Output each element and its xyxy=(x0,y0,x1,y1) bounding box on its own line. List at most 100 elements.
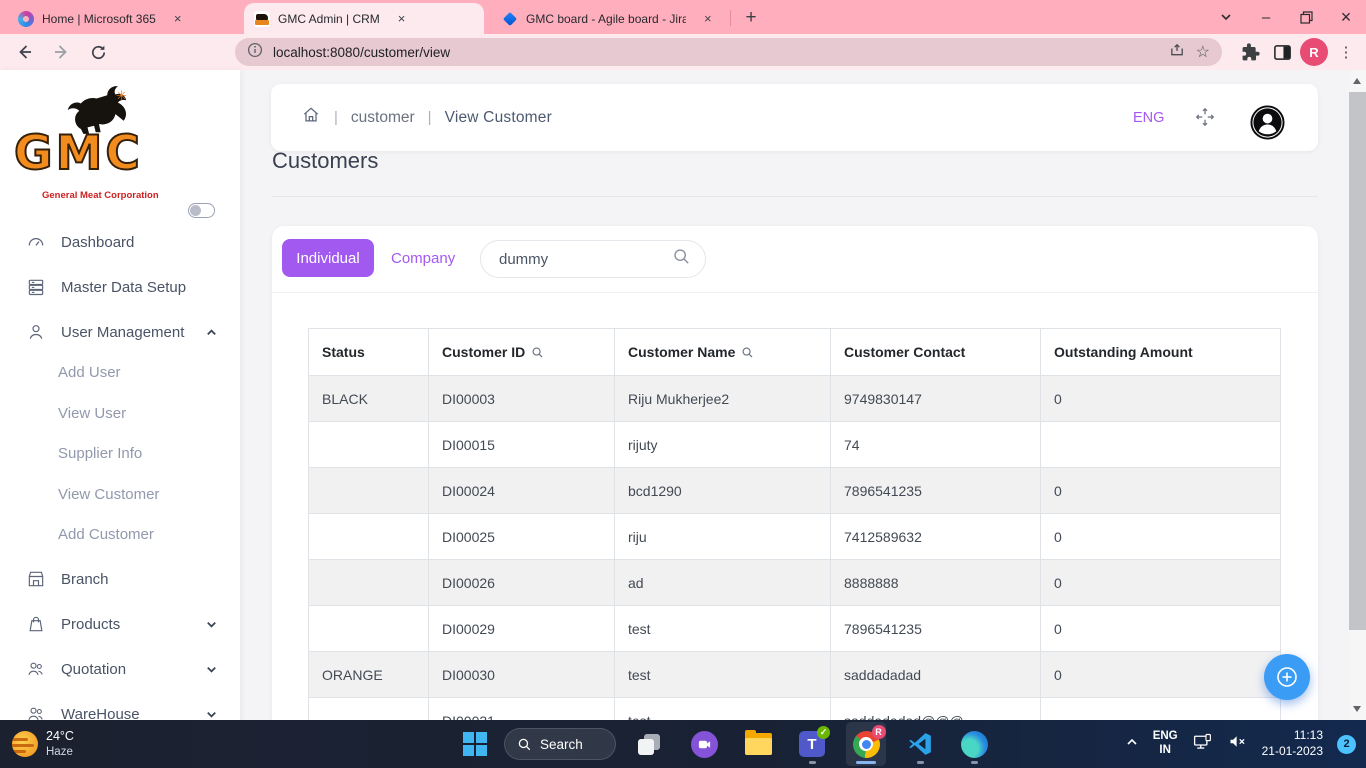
chat-button[interactable] xyxy=(684,722,724,766)
tray-chevron-up-icon[interactable] xyxy=(1125,735,1139,754)
customer-search-input[interactable] xyxy=(499,251,672,268)
volume-muted-icon[interactable] xyxy=(1227,731,1248,757)
tab-individual[interactable]: Individual xyxy=(282,239,374,277)
sidebar-toggle[interactable] xyxy=(188,203,215,218)
sidebar-item-view-customer[interactable]: View Customer xyxy=(0,477,240,511)
site-info-icon[interactable] xyxy=(247,42,263,63)
server-icon xyxy=(26,277,46,297)
scroll-up-arrow[interactable] xyxy=(1353,78,1361,84)
column-search-icon[interactable] xyxy=(531,346,544,359)
start-button[interactable] xyxy=(460,722,490,766)
vscode-button[interactable] xyxy=(900,722,940,766)
table-row[interactable]: BLACKDI00003Riju Mukherjee297498301470 xyxy=(309,376,1281,422)
breadcrumb-page: View Customer xyxy=(445,109,552,127)
app-header: | customer | View Customer ENG xyxy=(271,84,1318,151)
tab-close-icon[interactable]: × xyxy=(704,12,712,25)
forward-button[interactable] xyxy=(50,40,74,64)
windows-icon xyxy=(463,732,488,757)
tab-title: GMC board - Agile board - Jira xyxy=(526,12,686,26)
sidebar-item-branch[interactable]: Branch xyxy=(0,559,240,599)
sidebar-item-add-user[interactable]: Add User xyxy=(0,355,240,389)
gmc-favicon xyxy=(254,11,270,27)
taskbar-center: Search T✓ R xyxy=(460,720,994,768)
sidebar-item-view-user[interactable]: View User xyxy=(0,396,240,430)
close-window-button[interactable]: × xyxy=(1326,0,1366,34)
customer-search[interactable] xyxy=(480,240,706,278)
chevron-up-icon xyxy=(205,326,218,339)
table-row[interactable]: ORANGEDI00030testsaddadadad0 xyxy=(309,652,1281,698)
chrome-icon: R xyxy=(853,731,880,758)
side-panel-icon[interactable] xyxy=(1270,40,1294,64)
tab-title: Home | Microsoft 365 xyxy=(42,12,156,26)
chrome-profile-badge: R xyxy=(872,725,886,739)
column-search-icon[interactable] xyxy=(741,346,754,359)
table-header-row: Status Customer ID Customer Name Custome… xyxy=(309,329,1281,376)
sidebar-item-products[interactable]: Products xyxy=(0,604,240,644)
table-row[interactable]: DI00026ad88888880 xyxy=(309,560,1281,606)
taskbar-search[interactable]: Search xyxy=(504,728,616,760)
scrollbar-thumb[interactable] xyxy=(1349,92,1366,630)
col-customer-name[interactable]: Customer Name xyxy=(615,329,831,376)
browser-menu-icon[interactable]: ⋮ xyxy=(1336,39,1356,65)
bookmark-star-icon[interactable]: ☆ xyxy=(1196,42,1210,62)
restore-button[interactable] xyxy=(1286,0,1326,34)
tab-close-icon[interactable]: × xyxy=(398,12,406,25)
move-arrows-icon[interactable] xyxy=(1194,106,1216,133)
minimize-button[interactable]: – xyxy=(1246,0,1286,34)
sidebar-item-quotation[interactable]: Quotation xyxy=(0,649,240,689)
scroll-down-arrow[interactable] xyxy=(1353,706,1361,712)
table-row[interactable]: DI00025riju74125896320 xyxy=(309,514,1281,560)
breadcrumb-section[interactable]: customer xyxy=(351,109,415,127)
network-icon[interactable] xyxy=(1192,731,1213,757)
people-icon xyxy=(26,659,46,679)
taskbar-weather-widget[interactable]: 24°C Haze xyxy=(12,720,74,768)
gmc-logo: ✳ GMC General Meat Corporation xyxy=(12,80,192,210)
tab-close-icon[interactable]: × xyxy=(174,12,182,25)
browser-tab-jira[interactable]: GMC board - Agile board - Jira × xyxy=(492,3,728,34)
sidebar-item-add-customer[interactable]: Add Customer xyxy=(0,517,240,551)
sidebar-item-master-data[interactable]: Master Data Setup xyxy=(0,267,240,307)
address-bar[interactable]: localhost:8080/customer/view ☆ xyxy=(235,38,1222,66)
browser-profile-avatar[interactable]: R xyxy=(1300,38,1328,66)
language-selector[interactable]: ENG xyxy=(1133,84,1164,151)
col-customer-id[interactable]: Customer ID xyxy=(429,329,615,376)
customers-table: Status Customer ID Customer Name Custome… xyxy=(308,328,1281,744)
task-view-button[interactable] xyxy=(630,722,670,766)
tab-title: GMC Admin | CRM xyxy=(278,12,380,26)
teams-button[interactable]: T✓ xyxy=(792,722,832,766)
extensions-puzzle-icon[interactable] xyxy=(1238,40,1262,64)
edge-button[interactable] xyxy=(954,722,994,766)
logo-text: GMC xyxy=(14,126,143,181)
chrome-button[interactable]: R xyxy=(846,722,886,766)
home-icon[interactable] xyxy=(301,105,321,130)
sidebar-item-user-management[interactable]: User Management xyxy=(0,312,240,352)
share-icon[interactable] xyxy=(1169,41,1186,63)
file-explorer-button[interactable] xyxy=(738,722,778,766)
clock[interactable]: 11:13 21-01-2023 xyxy=(1262,728,1323,759)
table-row[interactable]: DI00029test78965412350 xyxy=(309,606,1281,652)
table-row[interactable]: DI00015rijuty74 xyxy=(309,422,1281,468)
sidebar-item-dashboard[interactable]: Dashboard xyxy=(0,222,240,262)
user-avatar[interactable] xyxy=(1250,105,1285,140)
language-indicator[interactable]: ENG IN xyxy=(1153,730,1178,758)
tab-company[interactable]: Company xyxy=(381,239,465,277)
url-text[interactable]: localhost:8080/customer/view xyxy=(273,45,1159,60)
tray-time: 11:13 xyxy=(1294,728,1323,744)
tab-search-chevron-icon[interactable] xyxy=(1206,0,1246,34)
notification-badge[interactable]: 2 xyxy=(1337,735,1356,754)
sidebar-item-supplier-info[interactable]: Supplier Info xyxy=(0,436,240,470)
tab-separator xyxy=(730,10,731,26)
back-button[interactable] xyxy=(12,40,36,64)
page-scrollbar[interactable] xyxy=(1349,70,1366,720)
browser-tab-gmc-admin[interactable]: GMC Admin | CRM × xyxy=(244,3,484,34)
browser-tab-m365[interactable]: Home | Microsoft 365 × xyxy=(8,3,240,34)
add-customer-fab[interactable] xyxy=(1264,654,1310,700)
chevron-down-icon xyxy=(205,708,218,721)
chevron-down-icon xyxy=(205,663,218,676)
new-tab-button[interactable]: + xyxy=(738,5,764,31)
jira-icon xyxy=(502,11,518,27)
search-icon[interactable] xyxy=(672,247,691,271)
vscode-icon xyxy=(907,731,933,757)
table-row[interactable]: DI00024bcd129078965412350 xyxy=(309,468,1281,514)
reload-button[interactable] xyxy=(86,40,110,64)
